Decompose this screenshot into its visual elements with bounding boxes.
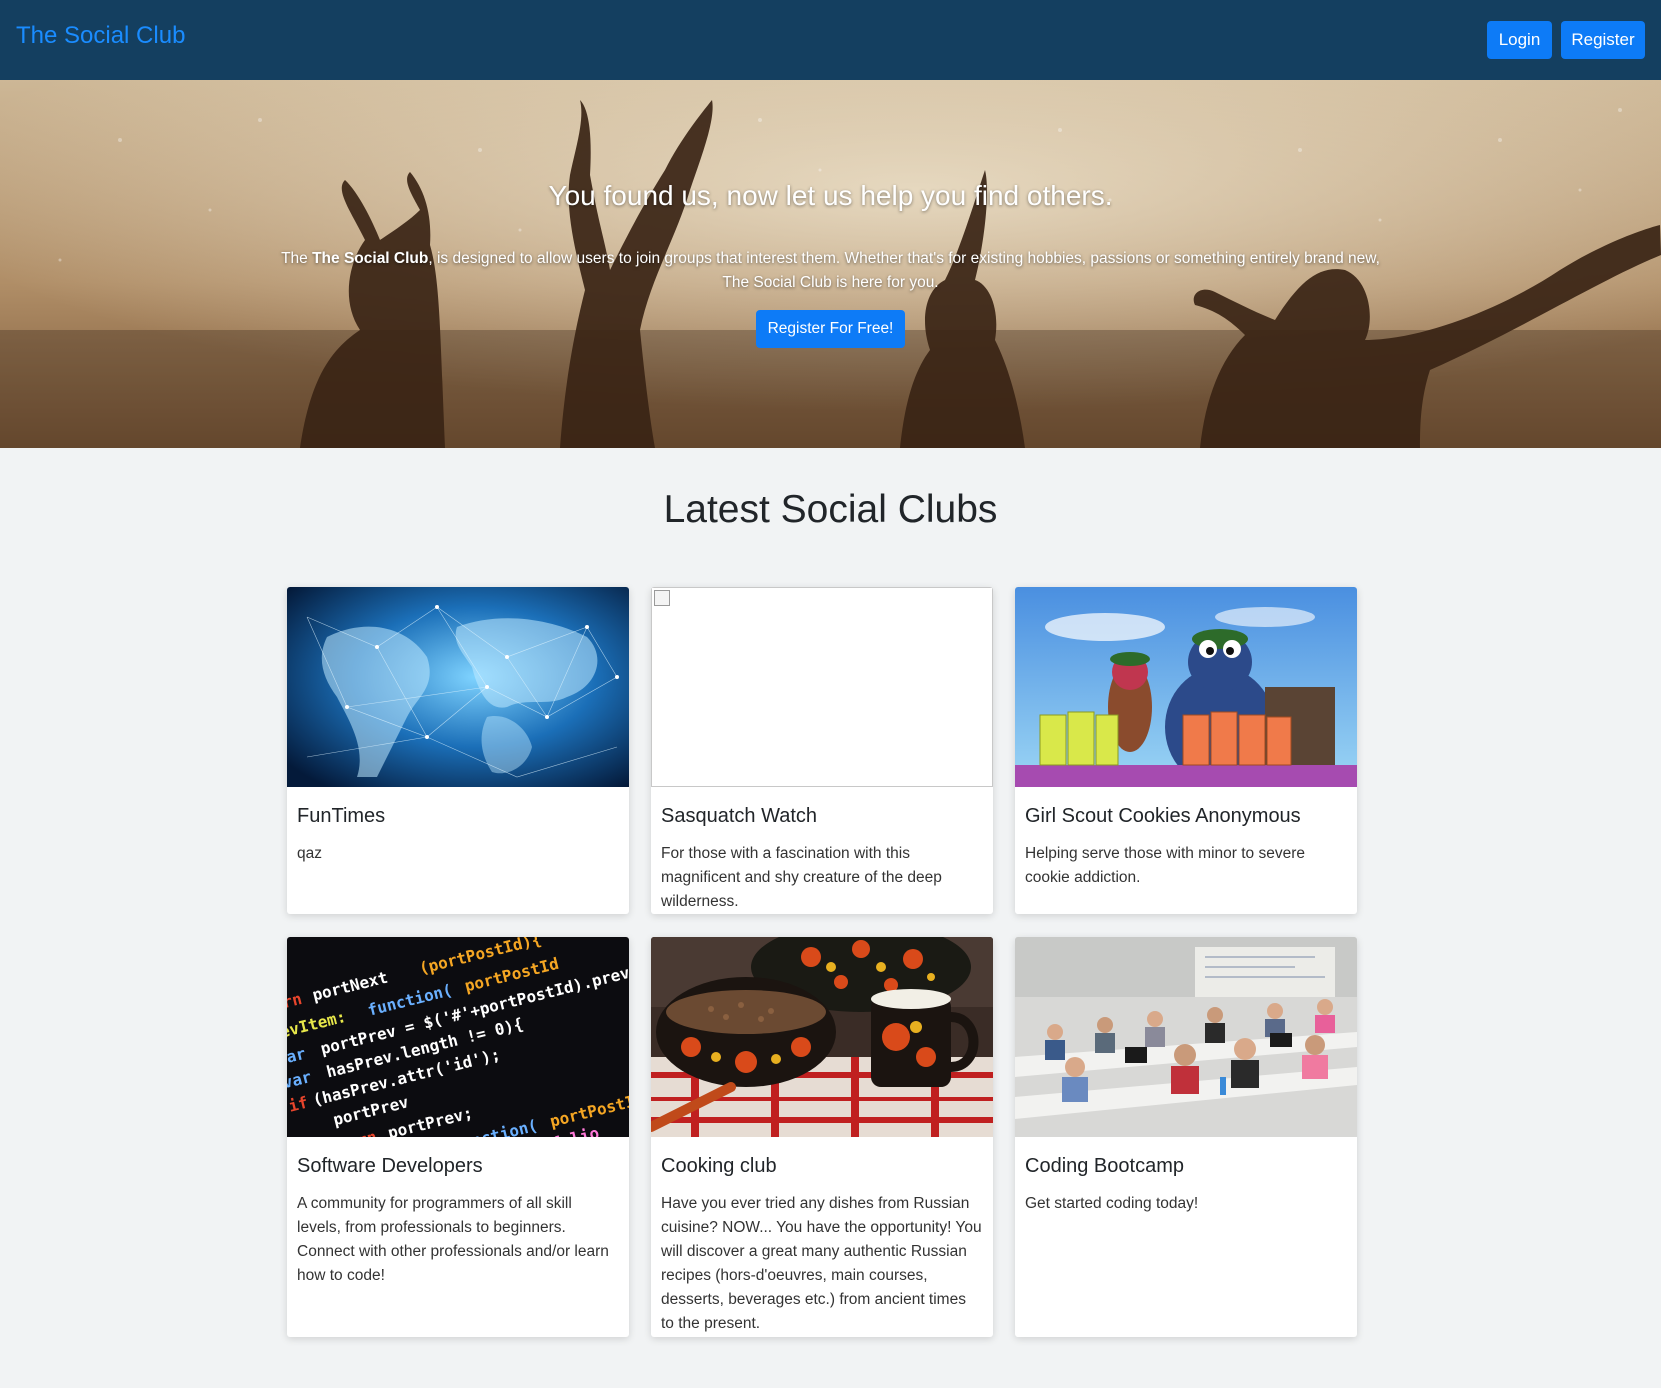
classroom-image [1015,937,1357,1137]
club-card-funtimes[interactable]: FunTimes qaz [287,587,629,914]
club-card-software-developers[interactable]: turn portNext (portPostId){ revItem: functi… [287,937,629,1337]
login-button[interactable]: Login [1487,21,1552,59]
hero-banner: You found us, now let us help you find o… [0,80,1661,448]
club-card-sasquatch-watch[interactable]: Sasquatch Watch For those with a fascina… [651,587,993,914]
hero-text-prefix: The [281,250,313,267]
russian-food-image [651,937,993,1137]
club-description: Have you ever tried any dishes from Russ… [661,1195,982,1332]
hero-text-brand: The Social Club [312,250,429,267]
hero-description: The The Social Club, is designed to allo… [280,247,1381,295]
broken-image-icon [654,590,670,606]
hero-title: You found us, now let us help you find o… [548,180,1113,211]
club-card-cooking-club[interactable]: Cooking club Have you ever tried any dis… [651,937,993,1337]
register-for-free-button[interactable]: Register For Free! [756,310,905,348]
brand-link[interactable]: The Social Club [16,22,185,50]
broken-image-placeholder [651,587,993,787]
club-description: A community for programmers of all skill… [297,1195,609,1284]
latest-clubs-heading: Latest Social Clubs [663,488,998,531]
register-button[interactable]: Register [1561,21,1645,59]
club-title[interactable]: Coding Bootcamp [1025,1155,1184,1178]
puppets-cookies-image [1015,587,1357,787]
club-description: Get started coding today! [1025,1195,1199,1212]
club-card-girl-scout-cookies[interactable]: Girl Scout Cookies Anonymous Helping ser… [1015,587,1357,914]
club-title[interactable]: Girl Scout Cookies Anonymous [1025,805,1301,828]
club-title[interactable]: Sasquatch Watch [661,805,817,828]
club-title[interactable]: Software Developers [297,1155,483,1178]
club-description: Helping serve those with minor to severe… [1025,845,1305,886]
code-screen-image: turn portNext (portPostId){ revItem: functi… [287,937,629,1137]
club-description: qaz [297,845,322,862]
club-card-coding-bootcamp[interactable]: Coding Bootcamp Get started coding today… [1015,937,1357,1337]
hero-text-rest: , is designed to allow users to join gro… [428,250,1380,291]
world-network-image [287,587,629,787]
club-title[interactable]: FunTimes [297,805,385,828]
club-description: For those with a fascination with this m… [661,845,942,910]
top-navbar: The Social Club Login Register [0,0,1661,80]
club-title[interactable]: Cooking club [661,1155,777,1178]
